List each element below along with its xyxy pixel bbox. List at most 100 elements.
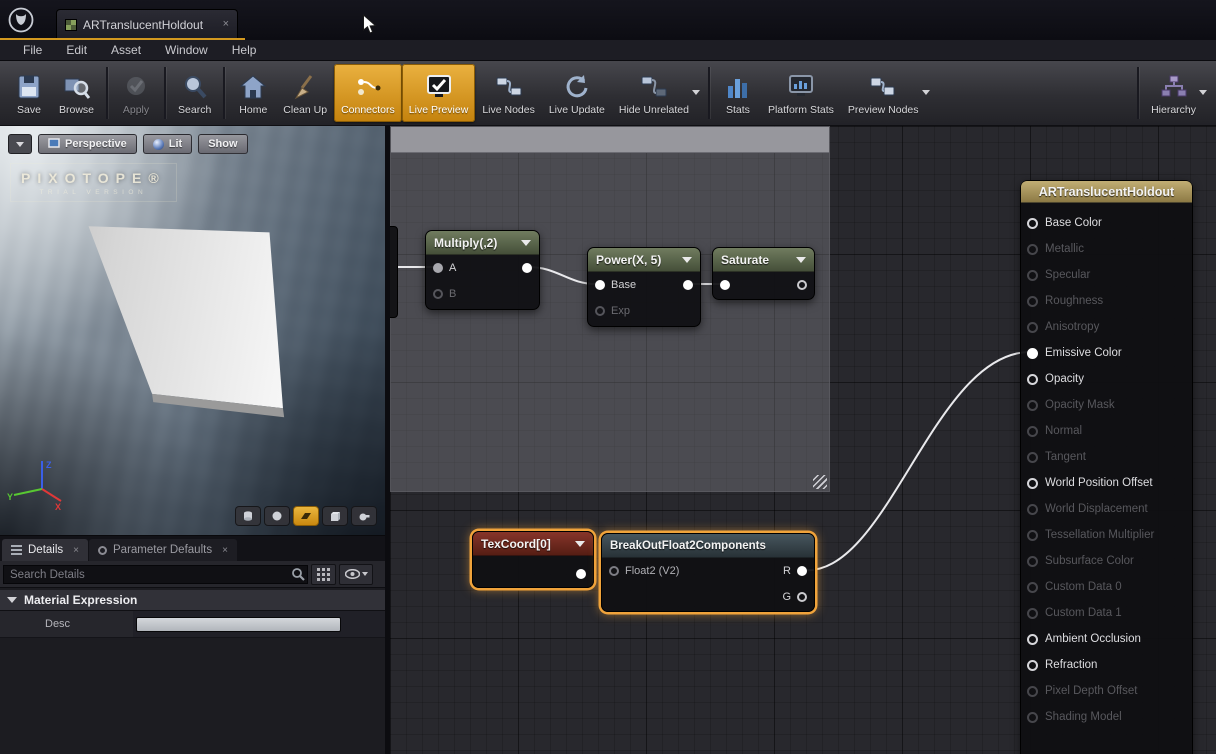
pin-breakout-r-output[interactable]: R [783,565,807,577]
tab-details[interactable]: Details × [2,539,88,561]
pin-saturate-input[interactable] [720,280,730,290]
node-breakout-float2[interactable]: BreakOutFloat2Components Float2 (V2) R G [601,533,815,612]
material-pin-emissive-color[interactable]: Emissive Color [1021,340,1192,366]
node-texcoord[interactable]: TexCoord[0] [472,531,594,588]
node-material-result[interactable]: ARTranslucentHoldout Base Color Metallic… [1020,180,1193,754]
property-matrix-button[interactable] [311,564,336,585]
material-pin-shading-model[interactable]: Shading Model [1021,704,1192,730]
preview-nodes-button[interactable]: Preview Nodes [841,64,933,122]
preview-viewport[interactable]: Perspective Lit Show PIXOTOPE® TRIAL VER… [0,126,385,535]
home-button[interactable]: Home [230,64,276,122]
preview-cylinder-button[interactable] [235,506,261,526]
material-pin-opacity-mask[interactable]: Opacity Mask [1021,392,1192,418]
preview-sphere-button[interactable] [264,506,290,526]
chevron-down-icon[interactable] [575,541,585,547]
comment-box-header[interactable] [391,127,829,153]
preview-custom-mesh-button[interactable] [351,506,377,526]
desc-input[interactable] [136,617,341,632]
menu-edit[interactable]: Edit [54,40,99,60]
live-preview-button[interactable]: Live Preview [402,64,476,122]
chevron-down-icon[interactable] [1199,90,1207,95]
clean-up-button[interactable]: Clean Up [276,64,334,122]
tab-parameter-defaults[interactable]: Parameter Defaults × [89,539,237,561]
pin-multiply-output[interactable] [522,263,532,273]
material-pin-subsurface-color[interactable]: Subsurface Color [1021,548,1192,574]
pin-dot [1027,400,1038,411]
search-button[interactable]: Search [171,64,218,122]
material-graph-canvas[interactable]: Multiply(,2) A B Power(X, 5) Base Exp Sa… [390,126,1216,754]
menu-help[interactable]: Help [220,40,269,60]
viewport-options-button[interactable] [8,134,32,154]
chevron-down-icon[interactable] [796,257,806,263]
material-pin-tessellation-multiplier[interactable]: Tessellation Multiplier [1021,522,1192,548]
asset-tab[interactable]: ARTranslucentHoldout × [56,9,238,39]
pin-texcoord-output[interactable] [576,569,586,579]
live-nodes-button[interactable]: Live Nodes [475,64,542,122]
material-node-header[interactable]: ARTranslucentHoldout [1021,181,1192,203]
pin-breakout-float2-input[interactable]: Float2 (V2) [609,565,679,577]
platform-stats-button[interactable]: Platform Stats [761,64,841,122]
save-button[interactable]: Save [6,64,52,122]
chevron-down-icon[interactable] [922,90,930,95]
pin-dot [1027,660,1038,671]
chevron-down-icon[interactable] [682,257,692,263]
preview-plane-button[interactable] [293,506,319,526]
lit-mode-button[interactable]: Lit [143,134,192,154]
show-button[interactable]: Show [198,134,247,154]
connectors-button[interactable]: Connectors [334,64,402,122]
details-search-input[interactable] [3,565,308,584]
pin-breakout-g-output[interactable]: G [782,591,807,603]
material-pin-anisotropy[interactable]: Anisotropy [1021,314,1192,340]
preview-nodes-icon [868,71,898,103]
menu-window[interactable]: Window [153,40,220,60]
material-pin-roughness[interactable]: Roughness [1021,288,1192,314]
material-expression-section-header[interactable]: Material Expression [0,590,385,611]
material-pin-base-color[interactable]: Base Color [1021,210,1192,236]
material-pin-normal[interactable]: Normal [1021,418,1192,444]
perspective-button[interactable]: Perspective [38,134,137,154]
chevron-down-icon[interactable] [692,90,700,95]
material-pin-custom-data-0[interactable]: Custom Data 0 [1021,574,1192,600]
node-saturate-header[interactable]: Saturate [713,248,814,272]
material-pin-tangent[interactable]: Tangent [1021,444,1192,470]
pin-dot [797,566,807,576]
tab-close-icon[interactable]: × [223,19,229,30]
pin-dot [433,289,443,299]
live-update-button[interactable]: Live Update [542,64,612,122]
node-power[interactable]: Power(X, 5) Base Exp [587,247,701,327]
live-update-icon [562,71,592,103]
material-pin-pixel-depth-offset[interactable]: Pixel Depth Offset [1021,678,1192,704]
comment-resize-grip[interactable] [813,475,827,489]
preview-cube-button[interactable] [322,506,348,526]
hide-unrelated-button[interactable]: Hide Unrelated [612,64,703,122]
node-multiply-header[interactable]: Multiply(,2) [426,231,539,255]
pin-power-exp[interactable]: Exp [588,298,700,324]
pin-dot [609,566,619,576]
pin-multiply-b[interactable]: B [426,281,539,307]
browse-button[interactable]: Browse [52,64,101,122]
view-options-button[interactable] [339,564,373,585]
node-texcoord-header[interactable]: TexCoord[0] [473,532,593,556]
material-pin-world-displacement[interactable]: World Displacement [1021,496,1192,522]
material-pin-world-position-offset[interactable]: World Position Offset [1021,470,1192,496]
material-pin-ambient-occlusion[interactable]: Ambient Occlusion [1021,626,1192,652]
pin-saturate-output[interactable] [797,280,807,290]
material-pin-metallic[interactable]: Metallic [1021,236,1192,262]
hierarchy-button[interactable]: Hierarchy [1144,64,1210,122]
node-power-header[interactable]: Power(X, 5) [588,248,700,272]
material-pin-opacity[interactable]: Opacity [1021,366,1192,392]
material-pin-custom-data-1[interactable]: Custom Data 1 [1021,600,1192,626]
close-icon[interactable]: × [222,545,228,556]
node-breakout-header[interactable]: BreakOutFloat2Components [602,534,814,558]
node-multiply[interactable]: Multiply(,2) A B [425,230,540,310]
close-icon[interactable]: × [73,545,79,556]
menu-asset[interactable]: Asset [99,40,153,60]
offscreen-node-edge[interactable] [390,226,398,318]
pin-power-output[interactable] [683,280,693,290]
chevron-down-icon[interactable] [521,240,531,246]
material-pin-specular[interactable]: Specular [1021,262,1192,288]
stats-button[interactable]: Stats [715,64,761,122]
menu-file[interactable]: File [11,40,54,60]
material-pin-refraction[interactable]: Refraction [1021,652,1192,678]
node-saturate[interactable]: Saturate [712,247,815,300]
